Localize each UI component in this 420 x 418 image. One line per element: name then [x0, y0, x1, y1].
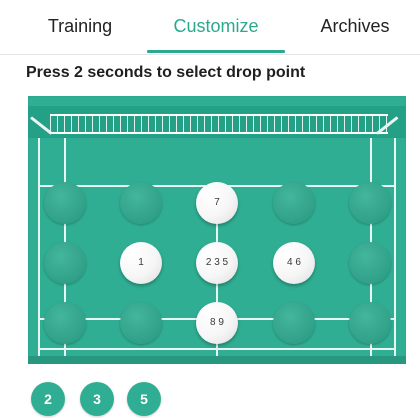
drop-point-order-label: [273, 182, 315, 224]
net: [50, 114, 388, 134]
drop-point[interactable]: [273, 182, 315, 224]
drop-point[interactable]: 2 3 5: [196, 242, 238, 284]
drop-point-order-label: 2 3 5: [205, 257, 229, 268]
drop-point-order-label: [44, 182, 86, 224]
drop-point[interactable]: [120, 302, 162, 344]
drop-point-order-label: [349, 242, 391, 284]
tab-bar: Training Customize Archives: [0, 0, 420, 55]
drop-point-order-label: 4 6: [287, 257, 301, 268]
drop-point[interactable]: [120, 182, 162, 224]
drop-point[interactable]: [349, 302, 391, 344]
active-tab-indicator: [147, 50, 285, 53]
sequence-chip[interactable]: 5: [127, 382, 161, 416]
drop-point-order-label: 7: [214, 197, 220, 208]
drop-point-order-label: [44, 242, 86, 284]
drop-point-order-label: [120, 182, 162, 224]
court-view: 7 1 2 3 5 4 6 8 9: [28, 96, 406, 366]
drop-point-order-label: [44, 302, 86, 344]
drop-point[interactable]: [349, 182, 391, 224]
drop-point[interactable]: 4 6: [273, 242, 315, 284]
drop-point[interactable]: 7: [196, 182, 238, 224]
drop-point-order-label: [349, 302, 391, 344]
side-line-right: [394, 138, 396, 360]
tab-customize[interactable]: Customize: [147, 0, 285, 52]
instruction-text: Press 2 seconds to select drop point: [26, 64, 306, 81]
back-boundary-line: [38, 348, 396, 350]
tab-training[interactable]: Training: [20, 0, 140, 52]
drop-point-order-label: [120, 302, 162, 344]
drop-point[interactable]: 8 9: [196, 302, 238, 344]
drop-point[interactable]: [349, 242, 391, 284]
drop-point[interactable]: [273, 302, 315, 344]
tab-archives[interactable]: Archives: [300, 0, 410, 52]
badminton-court: 7 1 2 3 5 4 6 8 9: [28, 96, 406, 360]
drop-point-order-label: 1: [138, 257, 144, 268]
court-base: [28, 356, 406, 364]
drop-point-order-label: [273, 302, 315, 344]
drop-point[interactable]: [44, 182, 86, 224]
drop-point-order-label: [349, 182, 391, 224]
sequence-chip[interactable]: 2: [31, 382, 65, 416]
drop-point[interactable]: 1: [120, 242, 162, 284]
sequence-chip[interactable]: 3: [80, 382, 114, 416]
side-line-left: [38, 138, 40, 360]
drop-point-order-label: 8 9: [210, 317, 224, 328]
drop-point[interactable]: [44, 302, 86, 344]
drop-point[interactable]: [44, 242, 86, 284]
